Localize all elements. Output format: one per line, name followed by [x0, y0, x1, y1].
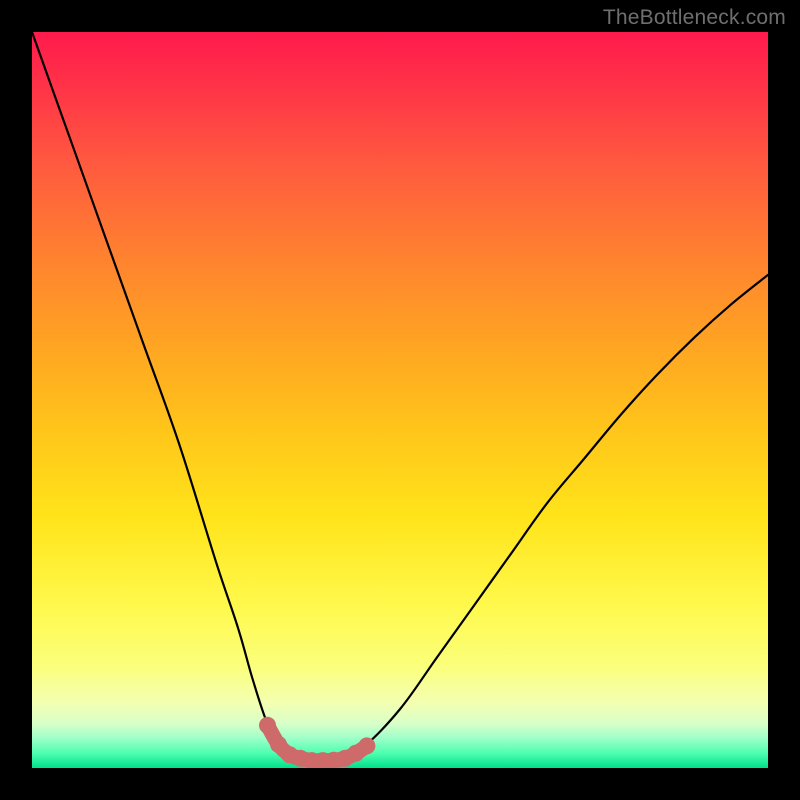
bottom-marker-dots	[259, 717, 375, 768]
curve-layer	[32, 32, 768, 768]
plot-area	[32, 32, 768, 768]
bottleneck-curve	[32, 32, 768, 761]
marker-dot	[358, 737, 375, 754]
watermark-text: TheBottleneck.com	[603, 6, 786, 30]
chart-stage: TheBottleneck.com	[0, 0, 800, 800]
marker-dot	[259, 717, 276, 734]
